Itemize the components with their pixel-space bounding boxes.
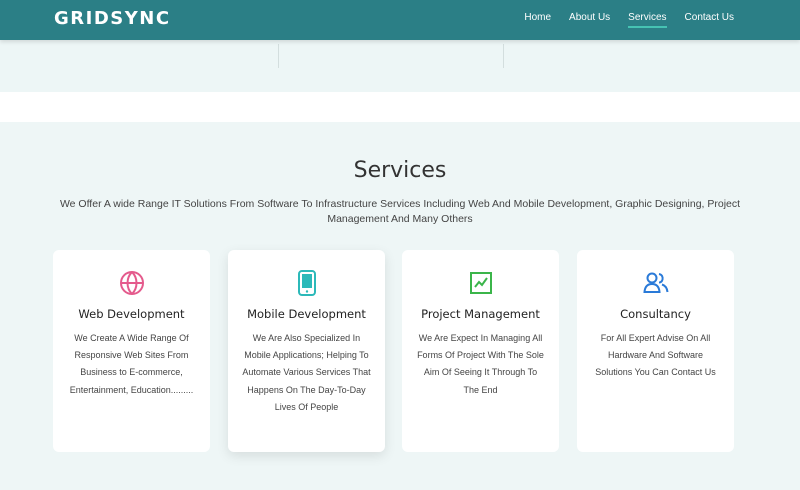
brand-logo[interactable]: GRIDSYNC: [54, 8, 171, 29]
main-nav: Home About Us Services Contact Us: [506, 0, 734, 40]
chart-icon: [402, 270, 559, 296]
services-title: Services: [353, 158, 447, 183]
nav-home-link[interactable]: Home: [524, 0, 551, 40]
nav-contact-link[interactable]: Contact Us: [685, 0, 734, 40]
column-divider: [503, 44, 504, 68]
service-card-title: Mobile Development: [247, 307, 366, 321]
service-card-text: We Create A Wide Range Of Responsive Web…: [69, 333, 194, 395]
previous-section-bottom: [0, 40, 800, 92]
service-card-title: Web Development: [78, 307, 185, 321]
service-card-text: For All Expert Advise On All Hardware An…: [595, 333, 716, 378]
section-separator: [0, 92, 800, 122]
column-divider: [278, 44, 279, 68]
service-card-web-development[interactable]: Web Development We Create A Wide Range O…: [53, 250, 210, 452]
service-card-title: Project Management: [421, 307, 540, 321]
service-card-title: Consultancy: [620, 307, 691, 321]
navbar: GRIDSYNC Home About Us Services Contact …: [0, 0, 800, 40]
nav-services-link[interactable]: Services: [628, 0, 667, 40]
service-card-mobile-development[interactable]: Mobile Development We Are Also Specializ…: [228, 250, 385, 452]
service-card-project-management[interactable]: Project Management We Are Expect In Mana…: [402, 250, 559, 452]
service-card-text: We Are Expect In Managing All Forms Of P…: [417, 333, 544, 395]
globe-icon: [53, 270, 210, 296]
service-card-text: We Are Also Specialized In Mobile Applic…: [242, 333, 371, 412]
mobile-phone-icon: [228, 270, 385, 296]
nav-about-link[interactable]: About Us: [569, 0, 610, 40]
service-card-consultancy[interactable]: Consultancy For All Expert Advise On All…: [577, 250, 734, 452]
services-description: We Offer A wide Range IT Solutions From …: [59, 198, 741, 225]
users-icon: [577, 270, 734, 296]
